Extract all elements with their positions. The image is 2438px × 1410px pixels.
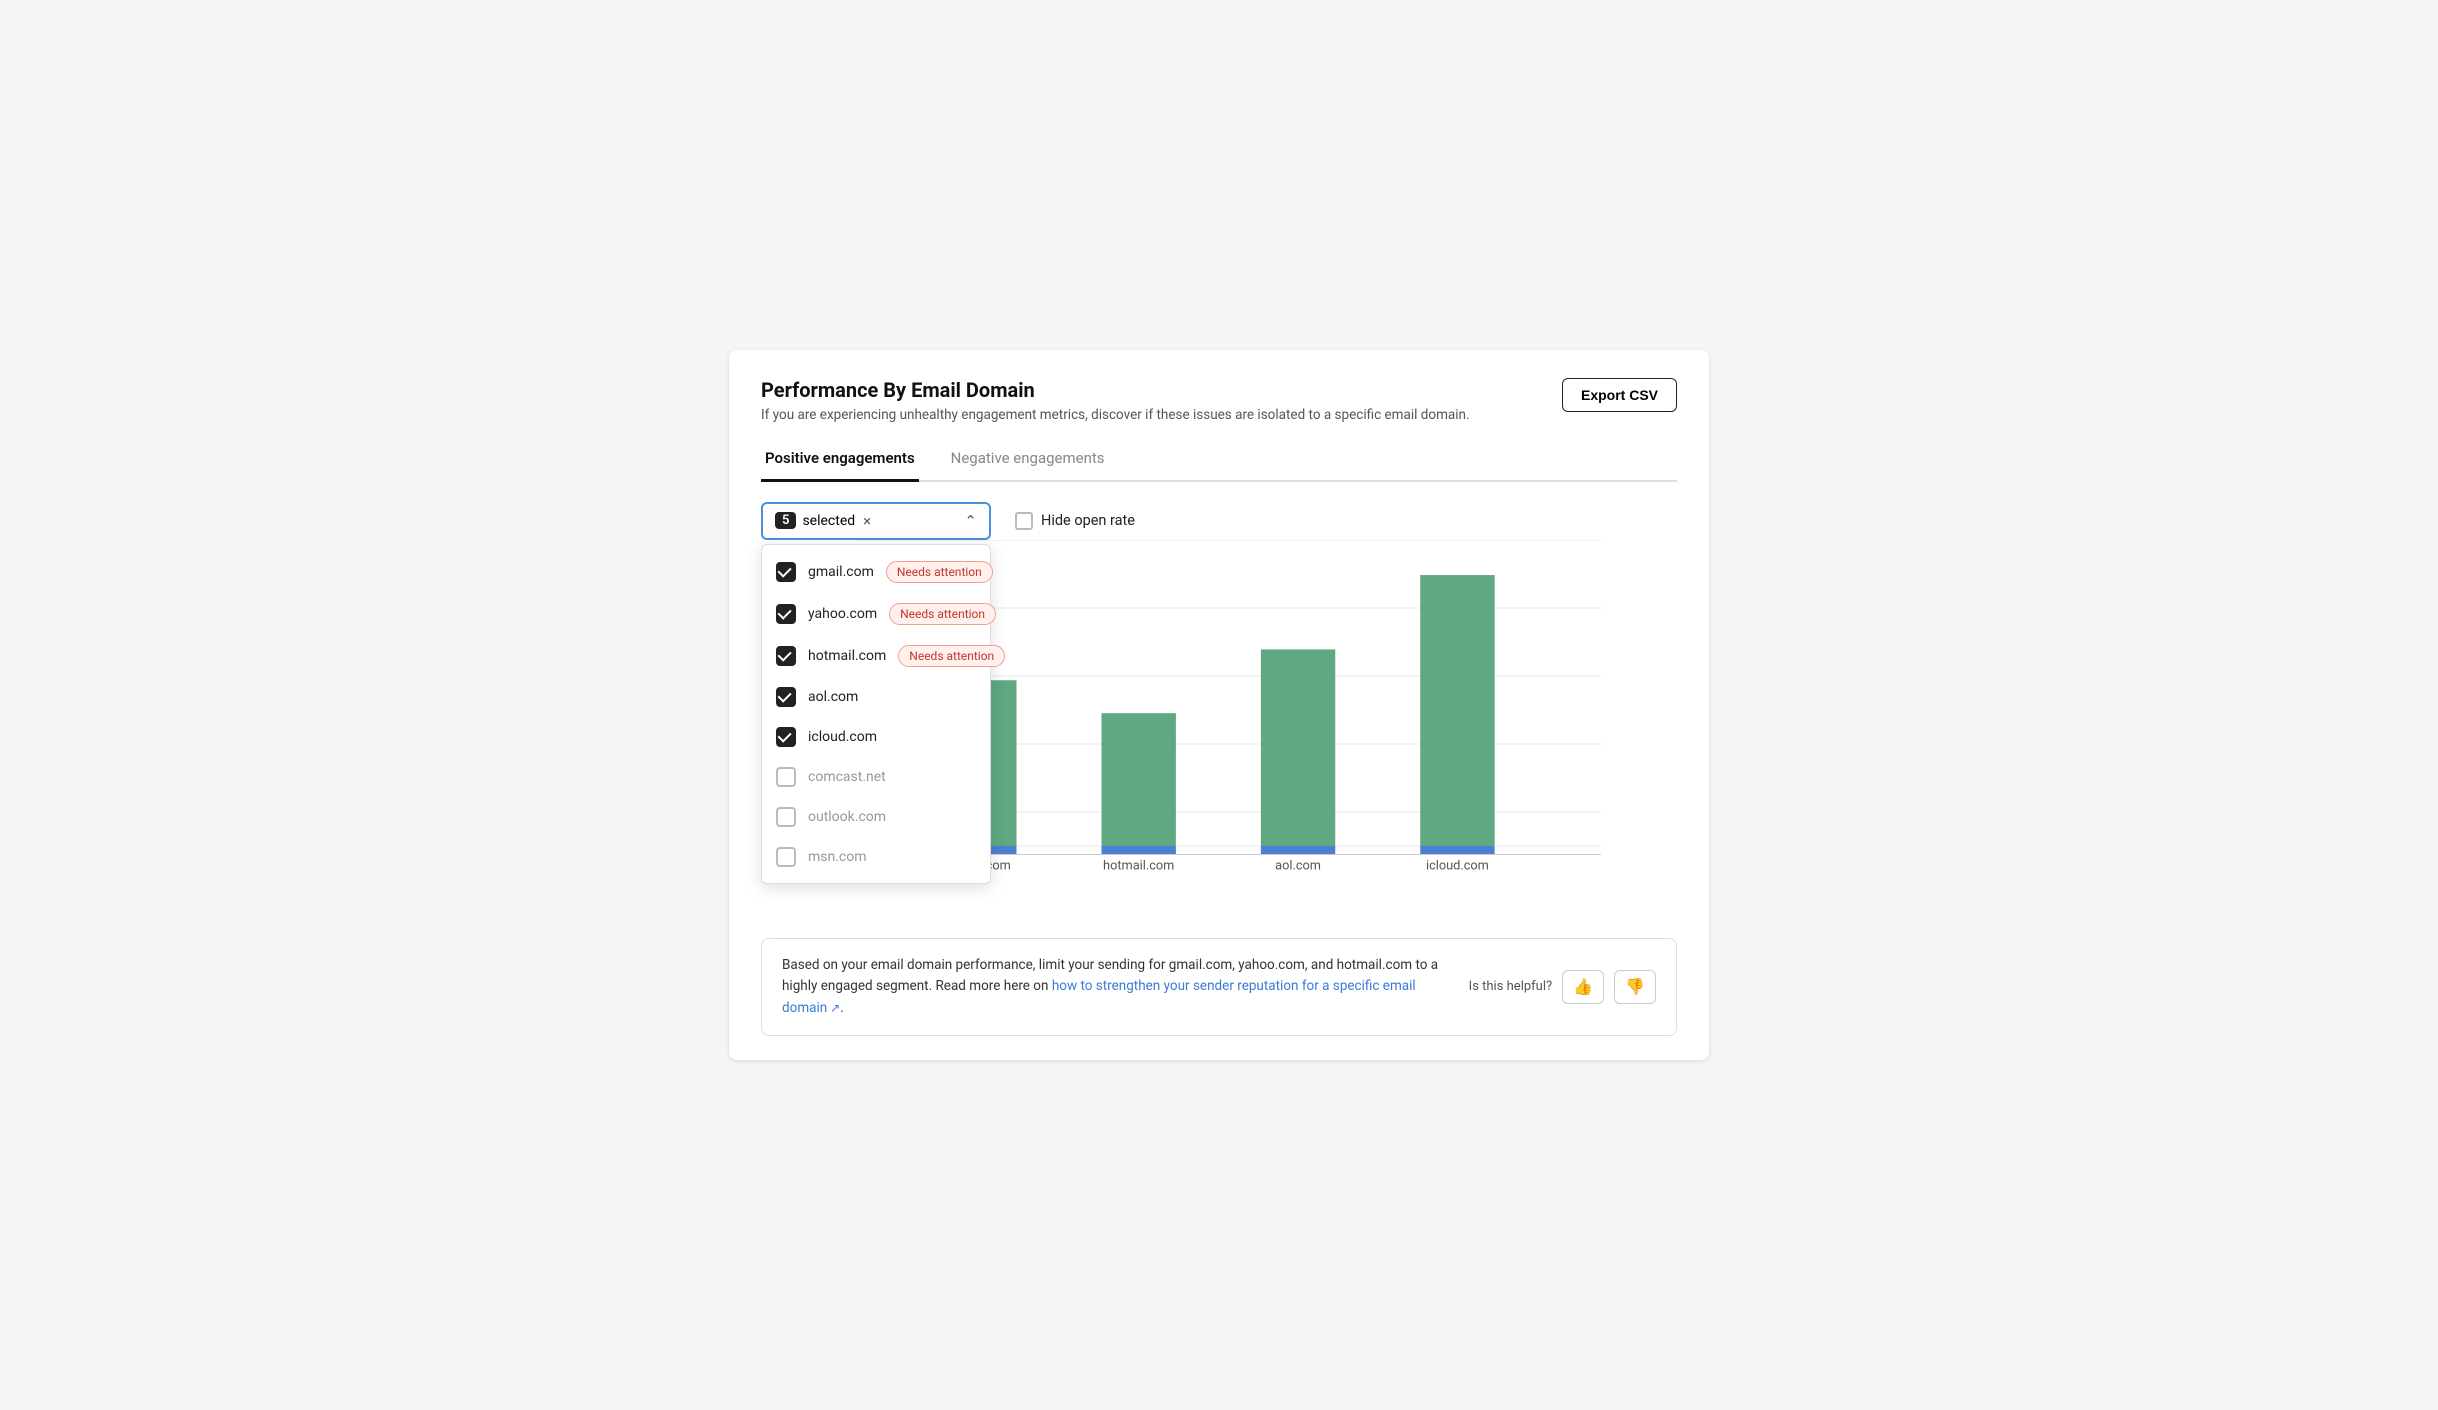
checkbox-hotmail (776, 646, 796, 666)
bar-aol (1261, 649, 1335, 846)
checkbox-yahoo (776, 604, 796, 624)
bar-hotmail (1102, 713, 1176, 846)
dropdown-trigger[interactable]: 5 selected × ⌃ (761, 502, 991, 540)
info-text-after: . (840, 1000, 844, 1016)
checkbox-comcast (776, 767, 796, 787)
domain-label-aol: aol.com (808, 689, 858, 705)
checkbox-msn (776, 847, 796, 867)
checkbox-icloud (776, 727, 796, 747)
needs-attention-badge-hotmail: Needs attention (898, 645, 1005, 667)
dropdown-item-aol[interactable]: aol.com (762, 677, 990, 717)
domain-label-hotmail: hotmail.com (808, 648, 886, 664)
domain-label-yahoo: yahoo.com (808, 606, 877, 622)
export-csv-button[interactable]: Export CSV (1562, 378, 1677, 412)
tab-positive-engagements[interactable]: Positive engagements (761, 439, 919, 482)
page-title: Performance By Email Domain (761, 378, 1470, 402)
info-box-text: Based on your email domain performance, … (782, 955, 1449, 1020)
needs-attention-badge-yahoo: Needs attention (889, 603, 996, 625)
subtitle: If you are experiencing unhealthy engage… (761, 407, 1470, 423)
chevron-up-icon: ⌃ (964, 512, 977, 530)
thumbs-down-button[interactable]: 👎 (1614, 970, 1656, 1004)
bar-label-aol: aol.com (1275, 858, 1321, 873)
domain-label-icloud: icloud.com (808, 729, 877, 745)
dropdown-item-hotmail[interactable]: hotmail.com Needs attention (762, 635, 990, 677)
checkbox-gmail (776, 562, 796, 582)
checkbox-aol (776, 687, 796, 707)
domain-label-msn: msn.com (808, 849, 867, 865)
hide-open-rate-control[interactable]: Hide open rate (1015, 512, 1135, 530)
thumbs-up-button[interactable]: 👍 (1562, 970, 1604, 1004)
hide-open-rate-label: Hide open rate (1041, 512, 1135, 529)
tabs-row: Positive engagements Negative engagement… (761, 439, 1677, 482)
info-box: Based on your email domain performance, … (761, 938, 1677, 1037)
clear-selection-icon[interactable]: × (863, 512, 871, 530)
header-row: Performance By Email Domain If you are e… (761, 378, 1677, 423)
tab-negative-engagements[interactable]: Negative engagements (947, 439, 1109, 482)
bar-aol-blue (1261, 846, 1335, 855)
hide-open-rate-checkbox[interactable] (1015, 512, 1033, 530)
bar-icloud-blue (1420, 846, 1494, 855)
domain-label-comcast: comcast.net (808, 769, 886, 785)
selected-label: selected (802, 513, 855, 529)
bar-icloud (1420, 575, 1494, 846)
dropdown-item-outlook[interactable]: outlook.com (762, 797, 990, 837)
external-link-icon: ↗ (827, 1001, 840, 1015)
main-card: Performance By Email Domain If you are e… (729, 350, 1709, 1061)
controls-row: 5 selected × ⌃ gmail.com Needs attention… (761, 502, 1677, 540)
selected-count-badge: 5 (775, 512, 796, 529)
dropdown-list: gmail.com Needs attention yahoo.com Need… (761, 544, 991, 884)
x-axis-label: Email Domain (1186, 878, 1272, 879)
title-block: Performance By Email Domain If you are e… (761, 378, 1470, 423)
bar-label-hotmail: hotmail.com (1103, 858, 1174, 873)
domain-label-outlook: outlook.com (808, 809, 886, 825)
helpful-row: Is this helpful? 👍 👎 (1469, 970, 1656, 1004)
dropdown-item-icloud[interactable]: icloud.com (762, 717, 990, 757)
needs-attention-badge-gmail: Needs attention (886, 561, 993, 583)
domain-dropdown[interactable]: 5 selected × ⌃ gmail.com Needs attention… (761, 502, 991, 540)
dropdown-item-yahoo[interactable]: yahoo.com Needs attention (762, 593, 990, 635)
dropdown-item-msn[interactable]: msn.com (762, 837, 990, 877)
checkbox-outlook (776, 807, 796, 827)
dropdown-item-comcast[interactable]: comcast.net (762, 757, 990, 797)
bar-hotmail-blue (1102, 846, 1176, 855)
helpful-label: Is this helpful? (1469, 977, 1552, 998)
domain-label-gmail: gmail.com (808, 564, 874, 580)
bar-label-icloud: icloud.com (1426, 858, 1489, 873)
dropdown-item-gmail[interactable]: gmail.com Needs attention (762, 551, 990, 593)
